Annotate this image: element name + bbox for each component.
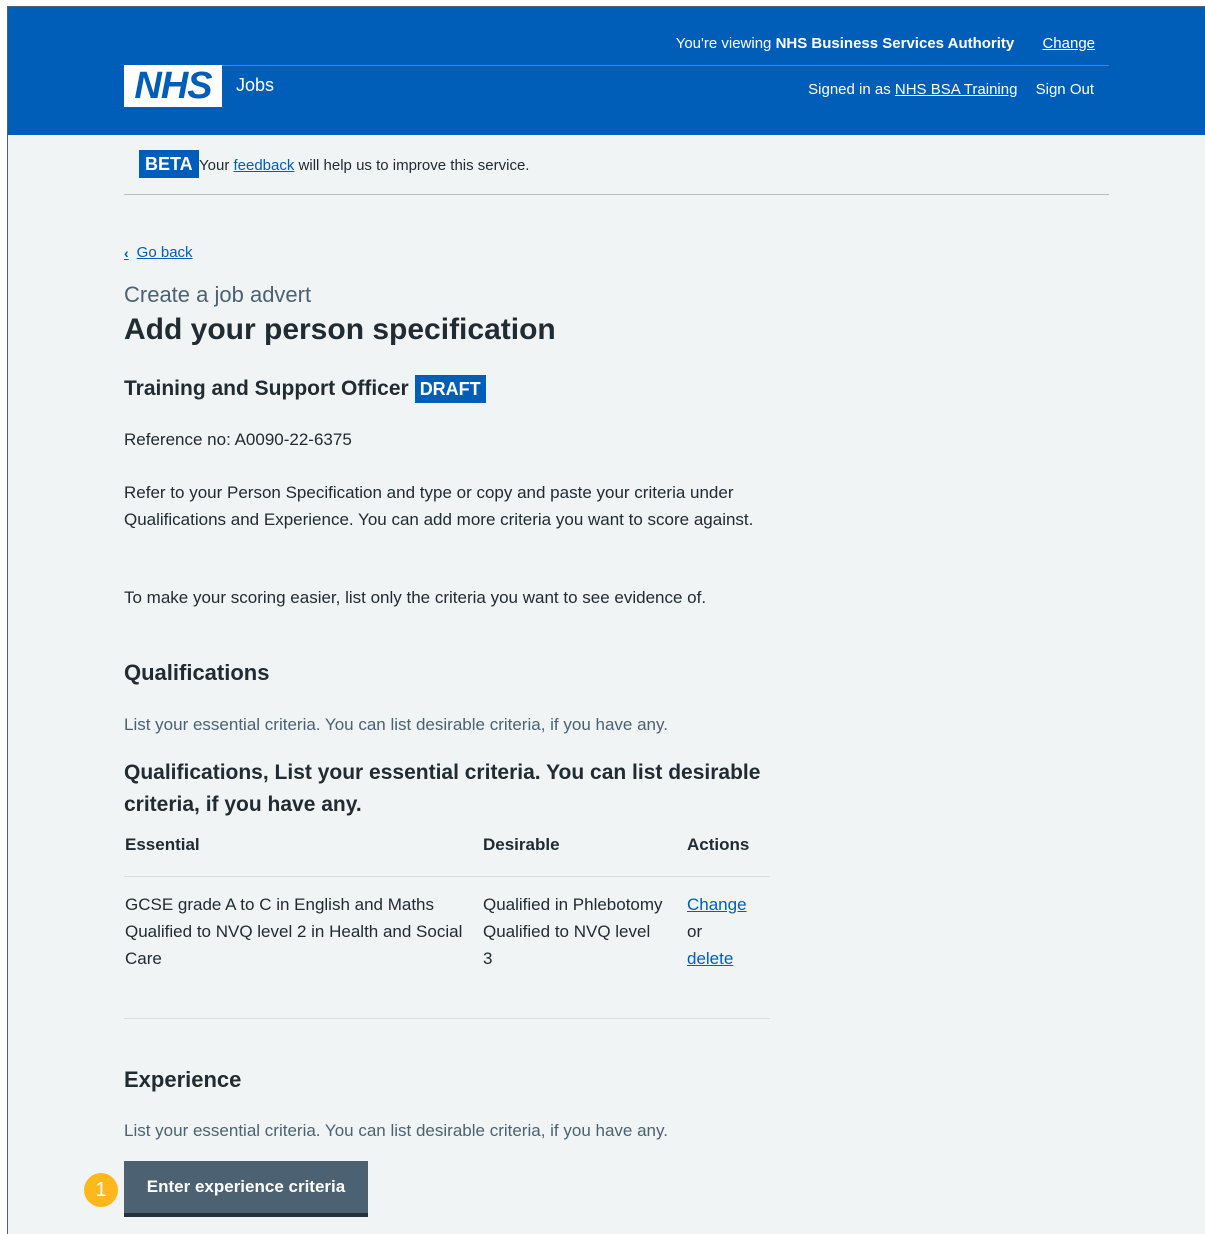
desirable-item: Qualified in Phlebotomy xyxy=(483,895,663,914)
actions-cell: Change or delete xyxy=(687,891,767,972)
actions-or-text: or xyxy=(687,922,703,941)
column-header-desirable: Desirable xyxy=(483,835,560,854)
organisation-line: You're viewing NHS Business Services Aut… xyxy=(124,35,1109,52)
account-line: Signed in as NHS BSA Training Sign Out xyxy=(124,81,1094,98)
feedback-link[interactable]: feedback xyxy=(233,157,294,174)
desirable-cell: Qualified in Phlebotomy Qualified to NVQ… xyxy=(483,891,663,972)
beta-text-after: will help us to improve this service. xyxy=(298,157,530,174)
page-frame: You're viewing NHS Business Services Aut… xyxy=(7,6,1205,1234)
qualifications-hint: List your essential criteria. You can li… xyxy=(124,715,668,734)
table-header-row: Essential Desirable Actions xyxy=(124,829,770,877)
user-name-link[interactable]: NHS BSA Training xyxy=(895,81,1018,98)
site-header: You're viewing NHS Business Services Aut… xyxy=(8,7,1205,135)
experience-hint: List your essential criteria. You can li… xyxy=(124,1121,668,1140)
beta-text-before: Your xyxy=(199,157,230,174)
beta-banner: BETA Your feedback will help us to impro… xyxy=(124,135,1109,195)
column-header-essential: Essential xyxy=(125,835,200,854)
qualifications-heading: Qualifications xyxy=(124,660,270,685)
enter-experience-criteria-button[interactable]: Enter experience criteria xyxy=(124,1161,368,1213)
job-title: Training and Support Officer xyxy=(124,377,409,400)
change-org-link[interactable]: Change xyxy=(1042,35,1095,52)
page-caption: Create a job advert xyxy=(124,282,312,307)
qualifications-table: Essential Desirable Actions GCSE grade A… xyxy=(124,829,770,1019)
status-badge: DRAFT xyxy=(414,375,486,403)
experience-heading: Experience xyxy=(124,1067,242,1092)
essential-item: Qualified to NVQ level 2 in Health and S… xyxy=(125,922,463,968)
column-header-actions: Actions xyxy=(687,835,750,854)
signed-in-prefix: Signed in as xyxy=(808,81,891,98)
delete-qualification-link[interactable]: delete xyxy=(687,945,767,972)
change-qualification-link[interactable]: Change xyxy=(687,891,767,918)
table-row: GCSE grade A to C in English and Maths Q… xyxy=(124,877,770,1019)
org-prefix: You're viewing xyxy=(675,35,772,52)
org-name: NHS Business Services Authority xyxy=(775,35,1015,52)
desirable-item: Qualified to NVQ level 3 xyxy=(483,922,651,968)
reference-number: Reference no: A0090-22-6375 xyxy=(124,430,352,449)
job-title-row: Training and Support Officer DRAFT xyxy=(124,375,486,403)
go-back-label: Go back xyxy=(136,244,193,261)
step-marker: 1 xyxy=(84,1173,118,1207)
essential-cell: GCSE grade A to C in English and Maths Q… xyxy=(125,891,465,972)
scoring-paragraph: To make your scoring easier, list only t… xyxy=(124,588,707,607)
intro-paragraph: Refer to your Person Specification and t… xyxy=(124,483,754,529)
beta-text: Your feedback will help us to improve th… xyxy=(199,157,529,174)
go-back-link[interactable]: ‹ Go back xyxy=(124,244,193,261)
chevron-left-icon: ‹ xyxy=(124,244,129,261)
essential-item: GCSE grade A to C in English and Maths xyxy=(125,895,435,914)
page-title: Add your person specification xyxy=(124,313,556,346)
header-divider xyxy=(124,65,1109,66)
qualifications-table-caption: Qualifications, List your essential crit… xyxy=(124,761,761,816)
sign-out-link[interactable]: Sign Out xyxy=(1036,81,1094,98)
beta-tag: BETA xyxy=(139,150,199,178)
